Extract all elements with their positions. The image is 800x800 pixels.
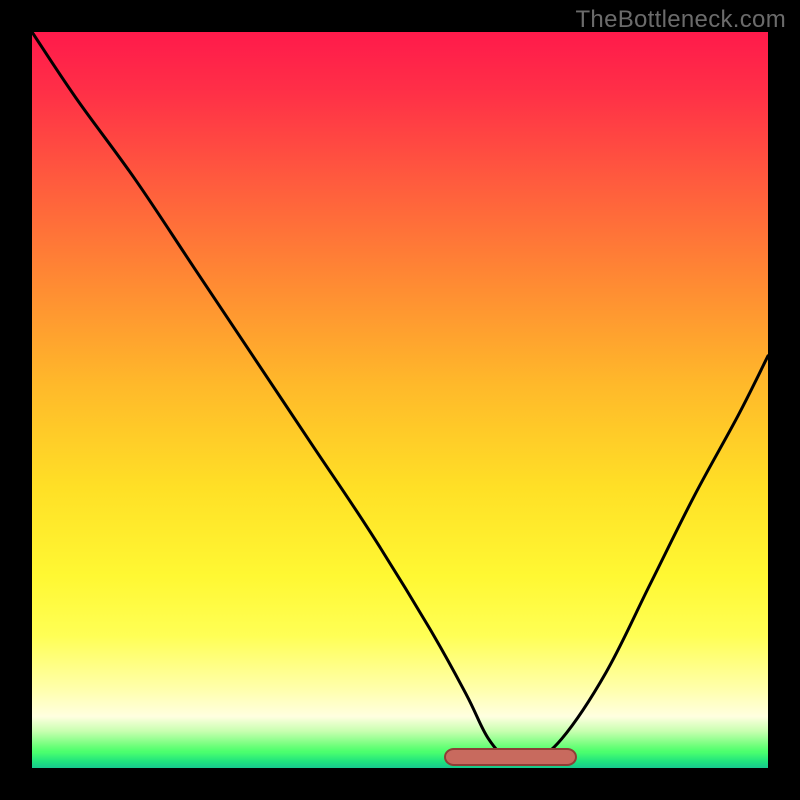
outer-frame: TheBottleneck.com (0, 0, 800, 800)
watermark-text: TheBottleneck.com (575, 6, 786, 34)
bottleneck-curve (32, 32, 768, 768)
chart-plot-area (32, 32, 768, 768)
curve-path (32, 32, 768, 764)
optimal-range-marker (444, 748, 576, 766)
